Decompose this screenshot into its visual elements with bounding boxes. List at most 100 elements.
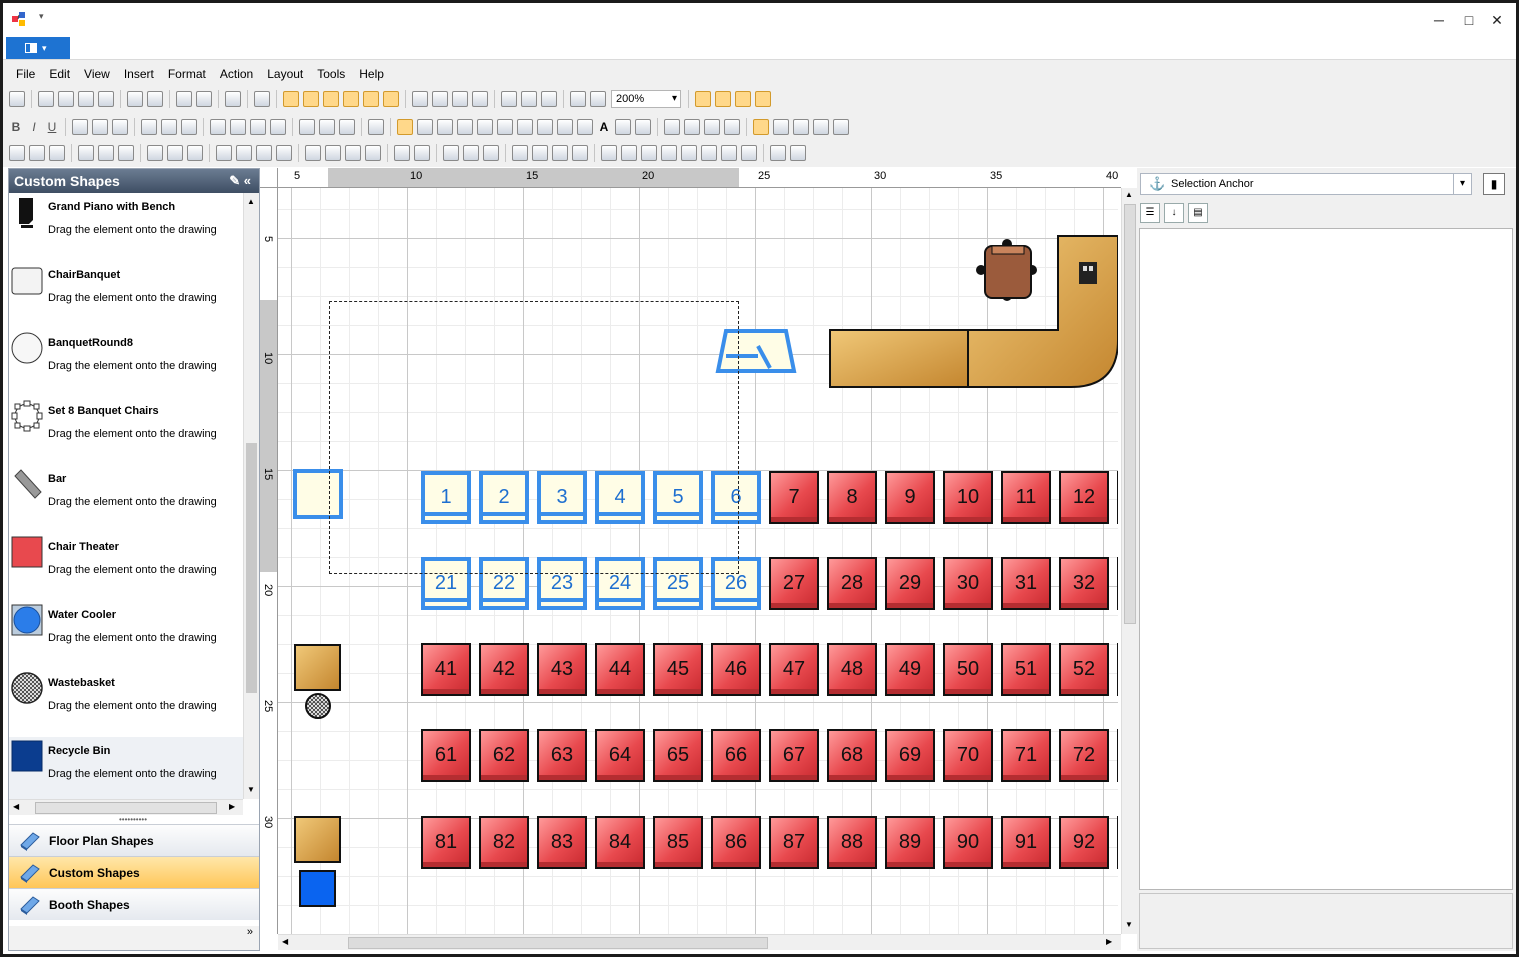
seat-partial[interactable] <box>1117 816 1118 869</box>
ruler-toggle-icon[interactable] <box>303 91 319 107</box>
export-icon[interactable] <box>724 119 740 135</box>
seat[interactable]: 27 <box>769 557 819 610</box>
scroll-thumb[interactable] <box>246 443 257 693</box>
hspace-dec-icon[interactable] <box>256 145 272 161</box>
seat[interactable]: 89 <box>885 816 935 869</box>
quick-access-dropdown-icon[interactable]: ▾ <box>39 11 44 22</box>
snap-icon[interactable] <box>343 91 359 107</box>
menu-help[interactable]: Help <box>352 67 391 81</box>
bring-forward-icon[interactable] <box>552 145 568 161</box>
scroll-thumb[interactable] <box>348 937 768 949</box>
seat[interactable]: 82 <box>479 816 529 869</box>
seat[interactable]: 68 <box>827 729 877 782</box>
scroll-up-icon[interactable]: ▲ <box>247 197 255 206</box>
property-pages-small-icon[interactable]: ▤ <box>1188 203 1208 223</box>
same-height-icon[interactable] <box>167 145 183 161</box>
seat[interactable]: 91 <box>1001 816 1051 869</box>
copy-icon[interactable] <box>58 91 74 107</box>
seat[interactable]: 49 <box>885 643 935 696</box>
bring-front-icon[interactable] <box>512 145 528 161</box>
vspace-inc-icon[interactable] <box>325 145 341 161</box>
hash-icon[interactable] <box>790 145 806 161</box>
view-5-icon[interactable] <box>833 119 849 135</box>
menu-format[interactable]: Format <box>161 67 213 81</box>
seat[interactable]: 47 <box>769 643 819 696</box>
seat[interactable]: 69 <box>885 729 935 782</box>
categorized-icon[interactable]: ☰ <box>1140 203 1160 223</box>
zoom-lens-icon[interactable] <box>472 91 488 107</box>
flip-icon[interactable] <box>463 145 479 161</box>
menu-insert[interactable]: Insert <box>117 67 161 81</box>
drawing-canvas[interactable]: 1 2 3 4 5 6 7 8 9 10 11 12 21 22 23 24 25 26 27 28 29 30 31 32 4… <box>278 188 1118 934</box>
mirror-icon[interactable] <box>483 145 499 161</box>
arc-tool-icon[interactable] <box>477 119 493 135</box>
hspace-equal-icon[interactable] <box>216 145 232 161</box>
lightning-icon[interactable] <box>368 119 384 135</box>
ungroup-2-icon[interactable] <box>621 145 637 161</box>
property-pages-button[interactable]: ▮ <box>1483 173 1505 195</box>
menu-action[interactable]: Action <box>213 67 260 81</box>
align-center-icon[interactable] <box>92 119 108 135</box>
print-preview-icon[interactable] <box>196 91 212 107</box>
italic-button[interactable]: I <box>25 120 43 134</box>
scroll-down-icon[interactable]: ▼ <box>1125 920 1133 929</box>
rotate-icon[interactable] <box>443 145 459 161</box>
new-icon[interactable] <box>664 119 680 135</box>
shadow-icon[interactable] <box>383 91 399 107</box>
layers-icon[interactable] <box>721 145 737 161</box>
line-tool-icon[interactable] <box>457 119 473 135</box>
application-menu-button[interactable]: ▾ <box>6 37 70 59</box>
connect-icon[interactable] <box>363 91 379 107</box>
seat[interactable]: 12 <box>1059 471 1109 524</box>
scroll-left-icon[interactable]: ◀ <box>13 802 19 811</box>
water-cooler[interactable] <box>299 870 336 907</box>
scroll-left-icon[interactable]: ◀ <box>282 937 288 946</box>
seat[interactable]: 50 <box>943 643 993 696</box>
view-3-icon[interactable] <box>793 119 809 135</box>
style-icon[interactable] <box>270 119 286 135</box>
seat[interactable]: 63 <box>537 729 587 782</box>
seat[interactable]: 92 <box>1059 816 1109 869</box>
list-item[interactable]: Bar Drag the element onto the drawing <box>9 465 243 533</box>
lasso-icon[interactable] <box>635 119 651 135</box>
freeform-tool-icon[interactable] <box>537 119 553 135</box>
seat[interactable]: 81 <box>421 816 471 869</box>
splitter-grip[interactable]: •••••••••• <box>119 815 147 824</box>
align-rights-icon[interactable] <box>49 145 65 161</box>
vspace-equal-icon[interactable] <box>305 145 321 161</box>
seat[interactable]: 70 <box>943 729 993 782</box>
line-start-icon[interactable] <box>299 119 315 135</box>
seat[interactable]: 43 <box>537 643 587 696</box>
seat[interactable]: 28 <box>827 557 877 610</box>
align-lefts-icon[interactable] <box>9 145 25 161</box>
seat-partial[interactable] <box>1117 643 1118 696</box>
align-bottoms-icon[interactable] <box>118 145 134 161</box>
closed-curve-icon[interactable] <box>557 119 573 135</box>
save-as-icon[interactable] <box>704 119 720 135</box>
seat-partial[interactable] <box>1117 471 1118 524</box>
close-button[interactable]: ✕ <box>1483 9 1511 31</box>
list-item[interactable]: Recycle Bin Drag the element onto the dr… <box>9 737 243 799</box>
paste-icon[interactable] <box>78 91 94 107</box>
view-4-icon[interactable] <box>813 119 829 135</box>
page-icon[interactable] <box>521 91 537 107</box>
ungroup-icon[interactable] <box>432 91 448 107</box>
scroll-up-icon[interactable]: ▲ <box>1125 190 1133 199</box>
seat[interactable]: 7 <box>769 471 819 524</box>
valign-middle-icon[interactable] <box>161 119 177 135</box>
seat[interactable]: 65 <box>653 729 703 782</box>
print-icon[interactable] <box>176 91 192 107</box>
seat-partial[interactable] <box>1117 729 1118 782</box>
connector-icon[interactable] <box>339 119 355 135</box>
seat[interactable]: 32 <box>1059 557 1109 610</box>
category-custom-shapes[interactable]: Custom Shapes <box>9 856 259 888</box>
view-2-icon[interactable] <box>773 119 789 135</box>
grid-toggle-icon[interactable] <box>283 91 299 107</box>
select-tool-icon[interactable] <box>397 119 413 135</box>
menu-layout[interactable]: Layout <box>260 67 310 81</box>
menu-edit[interactable]: Edit <box>42 67 77 81</box>
seat[interactable]: 72 <box>1059 729 1109 782</box>
list-item[interactable]: ChairBanquet Drag the element onto the d… <box>9 261 243 329</box>
center-v-icon[interactable] <box>414 145 430 161</box>
save-icon[interactable] <box>9 91 25 107</box>
